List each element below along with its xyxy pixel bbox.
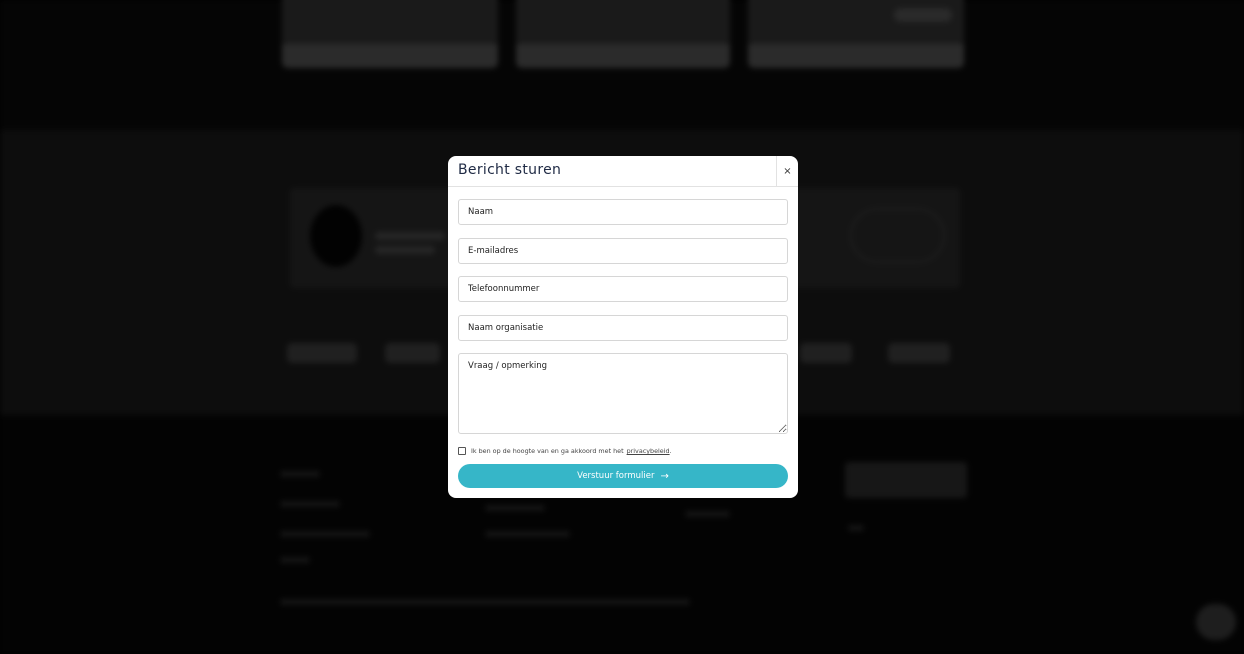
submit-button[interactable]: Verstuur formulier → (458, 464, 788, 488)
message-textarea[interactable] (458, 353, 788, 434)
partner-logo (888, 343, 950, 363)
contact-modal: Bericht sturen × Ik ben op de hoogte van… (448, 156, 798, 498)
modal-title: Bericht sturen (458, 162, 562, 178)
organisation-input[interactable] (458, 315, 788, 341)
partner-logo (385, 343, 440, 363)
name-input[interactable] (458, 199, 788, 225)
phone-input[interactable] (458, 276, 788, 302)
avatar (310, 205, 362, 267)
email-input[interactable] (458, 238, 788, 264)
consent-row: Ik ben op de hoogte van en ga akkoord me… (458, 445, 672, 457)
top-section (0, 0, 1244, 130)
privacy-policy-link[interactable]: privacybeleid (627, 447, 670, 455)
partner-logo (287, 343, 357, 363)
consent-checkbox[interactable] (458, 447, 466, 455)
arrow-right-icon: → (660, 470, 669, 482)
background-card (282, 0, 498, 68)
background-badge (850, 208, 945, 263)
partner-logo (800, 343, 852, 363)
footer-logo (845, 462, 967, 498)
consent-text: Ik ben op de hoogte van en ga akkoord me… (471, 447, 624, 455)
submit-label: Verstuur formulier (577, 471, 655, 481)
background-card (748, 0, 964, 68)
consent-suffix: . (669, 447, 672, 455)
close-button[interactable]: × (776, 156, 798, 187)
chat-widget (1196, 604, 1236, 640)
modal-header: Bericht sturen × (448, 156, 798, 187)
background-card (516, 0, 730, 68)
close-icon: × (783, 166, 792, 177)
